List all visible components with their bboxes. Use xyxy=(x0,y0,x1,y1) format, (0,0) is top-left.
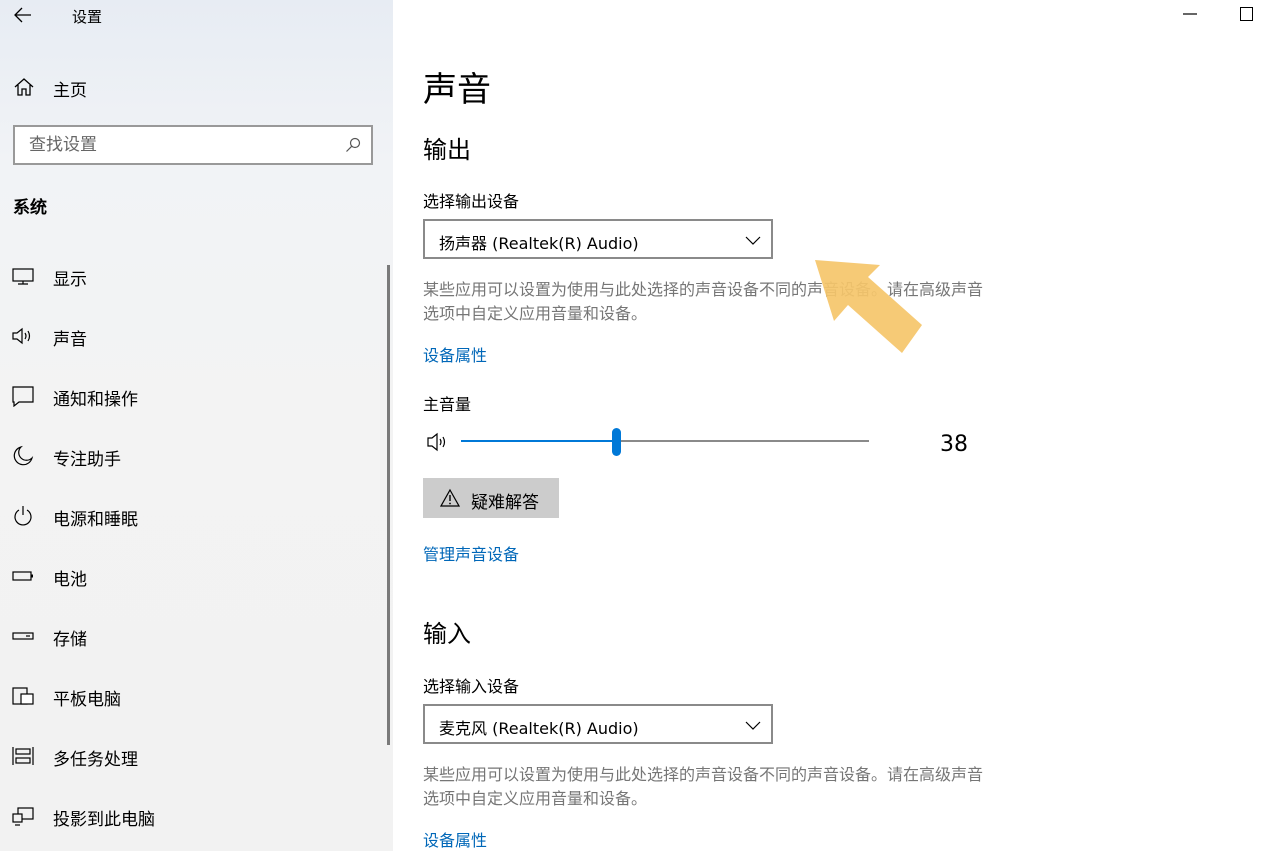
sidebar-item-label: 显示 xyxy=(53,270,87,290)
slider-thumb[interactable] xyxy=(612,428,621,456)
storage-icon xyxy=(12,632,34,640)
output-heading: 输出 xyxy=(423,136,471,164)
project-icon xyxy=(12,807,34,826)
maximize-button[interactable] xyxy=(1240,7,1253,21)
input-device-value: 麦克风 (Realtek(R) Audio) xyxy=(439,719,639,738)
sidebar-item-battery[interactable]: 电池 xyxy=(0,546,386,606)
sidebar-item-home[interactable]: 主页 xyxy=(0,66,393,106)
sidebar-item-label: 专注助手 xyxy=(53,450,121,470)
output-device-dropdown[interactable]: 扬声器 (Realtek(R) Audio) xyxy=(423,219,773,259)
sidebar-item-sound[interactable]: 声音 xyxy=(0,306,386,366)
sidebar-item-storage[interactable]: 存储 xyxy=(0,606,386,666)
sidebar-item-project-to-pc[interactable]: 投影到此电脑 xyxy=(0,786,386,846)
tablet-icon xyxy=(12,687,34,705)
volume-value: 38 xyxy=(940,432,968,457)
troubleshoot-button[interactable]: 疑难解答 xyxy=(423,478,559,518)
sidebar-nav: 显示 声音 通知和操作 专注助手 电源和睡眠 电池 存储 平板电脑 多任务处理 … xyxy=(0,246,386,846)
search-input[interactable] xyxy=(15,127,335,163)
power-icon xyxy=(14,506,32,526)
battery-icon xyxy=(12,571,33,581)
home-icon xyxy=(14,78,34,96)
input-device-label: 选择输入设备 xyxy=(423,677,520,696)
sidebar-item-label: 存储 xyxy=(53,630,87,650)
input-device-properties-link[interactable]: 设备属性 xyxy=(423,827,487,851)
sidebar-item-label: 声音 xyxy=(53,330,87,350)
annotation-arrow xyxy=(815,260,922,353)
app-title: 设置 xyxy=(72,8,103,26)
notification-icon xyxy=(12,386,34,407)
sidebar-item-label: 多任务处理 xyxy=(53,750,138,770)
output-device-properties-link[interactable]: 设备属性 xyxy=(423,342,487,366)
sidebar-item-focus-assist[interactable]: 专注助手 xyxy=(0,426,386,486)
chevron-down-icon xyxy=(745,721,761,730)
master-volume-label: 主音量 xyxy=(423,395,472,414)
sidebar-scrollbar[interactable] xyxy=(387,265,390,745)
input-device-dropdown[interactable]: 麦克风 (Realtek(R) Audio) xyxy=(423,704,773,744)
sidebar-item-tablet[interactable]: 平板电脑 xyxy=(0,666,386,726)
input-heading: 输入 xyxy=(423,620,471,648)
sidebar-item-label: 主页 xyxy=(53,81,87,101)
troubleshoot-label: 疑难解答 xyxy=(471,493,539,512)
output-device-label: 选择输出设备 xyxy=(423,192,520,211)
sidebar-item-power-sleep[interactable]: 电源和睡眠 xyxy=(0,486,386,546)
section-title: 系统 xyxy=(13,198,47,218)
back-button[interactable] xyxy=(8,2,38,28)
search-icon[interactable] xyxy=(345,137,361,153)
back-arrow-icon xyxy=(14,7,31,23)
sidebar-item-label: 通知和操作 xyxy=(53,390,138,410)
sidebar-item-label: 电池 xyxy=(53,570,87,590)
volume-slider[interactable] xyxy=(461,428,869,456)
manage-sound-devices-link[interactable]: 管理声音设备 xyxy=(423,541,519,565)
input-description: 某些应用可以设置为使用与此处选择的声音设备不同的声音设备。请在高级声音选项中自定… xyxy=(423,765,984,808)
sidebar-item-notifications[interactable]: 通知和操作 xyxy=(0,366,386,426)
sidebar-item-label: 平板电脑 xyxy=(53,690,121,710)
monitor-icon xyxy=(12,268,34,285)
volume-icon[interactable] xyxy=(426,431,452,453)
slider-fill xyxy=(461,440,616,442)
moon-icon xyxy=(13,445,34,466)
output-device-value: 扬声器 (Realtek(R) Audio) xyxy=(439,234,639,253)
chevron-down-icon xyxy=(745,236,761,245)
page-title: 声音 xyxy=(423,70,491,110)
minimize-button[interactable] xyxy=(1183,6,1197,22)
multitask-icon xyxy=(12,747,34,765)
speaker-icon xyxy=(12,327,31,345)
title-bar: 设置 xyxy=(0,0,393,32)
warning-icon xyxy=(440,488,460,507)
sidebar-item-multitasking[interactable]: 多任务处理 xyxy=(0,726,386,786)
sidebar: 设置 主页 系统 显示 声音 xyxy=(0,0,393,851)
sidebar-item-display[interactable]: 显示 xyxy=(0,246,386,306)
sidebar-item-label: 投影到此电脑 xyxy=(53,810,155,830)
sidebar-item-label: 电源和睡眠 xyxy=(53,510,138,530)
search-box[interactable] xyxy=(13,125,373,165)
